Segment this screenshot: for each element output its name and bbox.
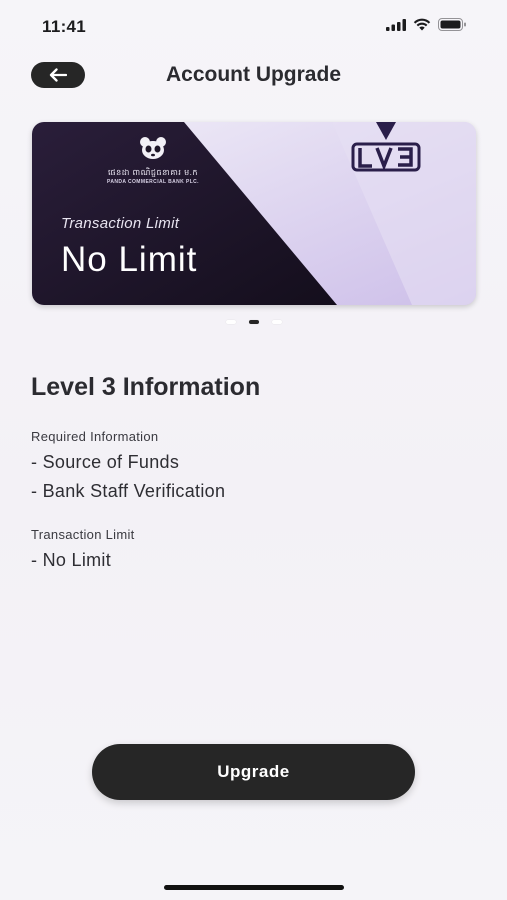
- level-info-title: Level 3 Information: [31, 373, 261, 401]
- level-badge: [350, 122, 422, 179]
- status-icons: [386, 18, 467, 31]
- transaction-limit-label: Transaction Limit: [31, 527, 135, 542]
- carousel-dot[interactable]: [225, 320, 236, 324]
- status-bar: 11:41: [0, 0, 507, 50]
- carousel-dot[interactable]: [271, 320, 282, 324]
- bank-logo: ផេនដា ពាណិជ្ជធនាគារ ម.ក PANDA COMMERCIAL…: [88, 136, 218, 185]
- card-limit-label: Transaction Limit: [61, 215, 180, 232]
- wifi-icon: [413, 18, 431, 31]
- page-title: Account Upgrade: [165, 63, 341, 86]
- required-info-label: Required Information: [31, 429, 159, 444]
- battery-icon: [438, 18, 466, 31]
- status-time: 11:41: [42, 17, 87, 36]
- panda-logo-icon: [140, 137, 166, 159]
- required-item: - Bank Staff Verification: [31, 481, 226, 501]
- home-indicator: [164, 885, 344, 890]
- level-3-badge-icon: [351, 122, 421, 172]
- carousel-indicator: [0, 320, 507, 324]
- upgrade-button[interactable]: Upgrade: [92, 744, 415, 800]
- carousel-dot-active[interactable]: [248, 320, 259, 324]
- cellular-signal-icon: [386, 18, 406, 31]
- required-item: - Source of Funds: [31, 452, 180, 472]
- bank-name-khmer: ផេនដា ពាណិជ្ជធនាគារ ម.ក: [108, 168, 198, 177]
- level-card[interactable]: ផេនដា ពាណិជ្ជធនាគារ ម.ក PANDA COMMERCIAL…: [32, 122, 476, 305]
- bank-name-english: PANDA COMMERCIAL BANK PLC.: [107, 179, 199, 185]
- header: Account Upgrade: [0, 55, 507, 95]
- card-limit-value: No Limit: [61, 240, 198, 279]
- limit-item: - No Limit: [31, 550, 112, 570]
